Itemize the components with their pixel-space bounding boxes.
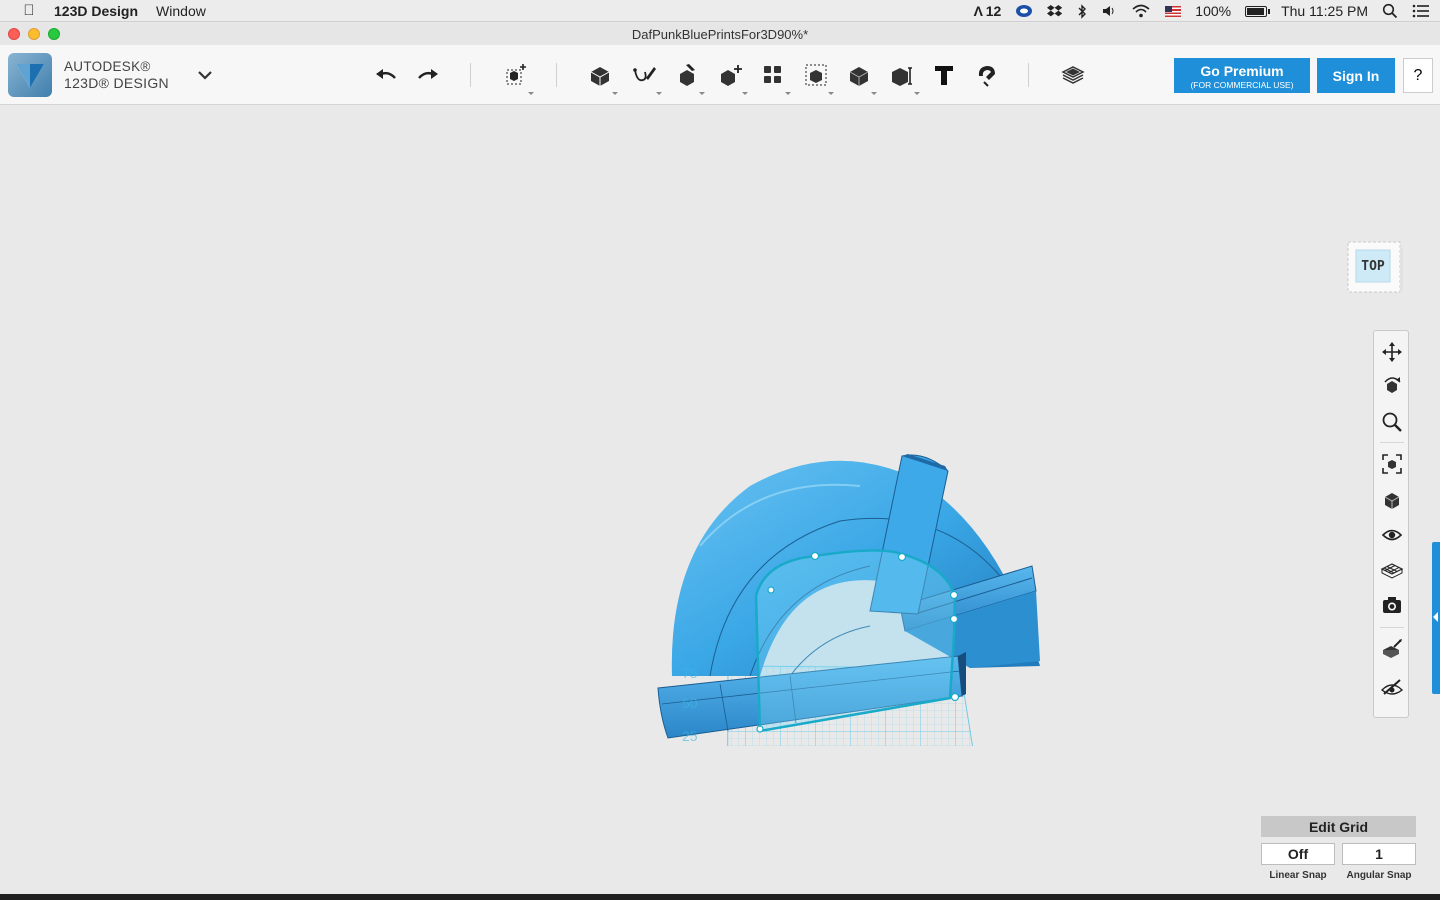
volume-icon[interactable]: [1101, 0, 1117, 22]
angular-snap-field[interactable]: 1: [1342, 843, 1416, 865]
pattern-tool-button[interactable]: [757, 59, 791, 95]
bluetooth-icon[interactable]: [1077, 0, 1087, 22]
menubar-status-area: Λ 12 100% Thu 11:25 PM: [974, 0, 1430, 22]
close-window-button[interactable]: [8, 28, 20, 40]
nav-separator: [1380, 627, 1404, 628]
go-premium-sublabel: (FOR COMMERCIAL USE): [1190, 80, 1294, 90]
combine-tool-button[interactable]: [843, 59, 877, 95]
spotlight-search-icon[interactable]: [1382, 0, 1398, 22]
wifi-icon[interactable]: [1131, 0, 1151, 22]
grouping-tool-button[interactable]: [800, 59, 834, 95]
app-menu-chevron-icon[interactable]: [196, 67, 214, 83]
viewcube[interactable]: TOP: [1346, 240, 1404, 294]
zoom-window-button[interactable]: [48, 28, 60, 40]
side-panel-toggle[interactable]: [1432, 542, 1440, 694]
sketch-tool-button[interactable]: [628, 59, 662, 95]
pan-icon[interactable]: [1379, 339, 1405, 365]
viewcube-face-label[interactable]: TOP: [1359, 259, 1387, 274]
modify-tool-button[interactable]: [714, 59, 748, 95]
measure-tool-button[interactable]: [886, 59, 920, 95]
brand-line-1: AUTODESK®: [64, 59, 151, 74]
visibility-eye-icon[interactable]: [1379, 522, 1405, 548]
input-source-flag-icon[interactable]: [1165, 0, 1182, 22]
orbit-icon[interactable]: [1379, 373, 1405, 399]
construct-tool-button[interactable]: [671, 59, 705, 95]
fit-icon[interactable]: [1379, 451, 1405, 477]
minimize-window-button[interactable]: [28, 28, 40, 40]
snap-tool-button[interactable]: [971, 59, 1003, 91]
window-menu[interactable]: Window: [156, 3, 206, 19]
3d-viewport[interactable]: 50 75 100 125 150 175 200 225 75 50 25 T…: [0, 106, 1440, 894]
clock[interactable]: Thu 11:25 PM: [1281, 3, 1368, 19]
window-titlebar: DafPunkBluePrintsFor3D90%*: [0, 23, 1440, 45]
nav-separator: [1380, 442, 1404, 443]
apple-menu-icon[interactable]: : [20, 2, 38, 19]
linear-snap-label: Linear Snap: [1269, 870, 1327, 881]
grid-snap-icon[interactable]: [1379, 557, 1405, 583]
material-tool-icon[interactable]: [1379, 636, 1405, 662]
toolbar-separator: [556, 63, 557, 87]
primitives-tool-button[interactable]: [584, 59, 618, 95]
battery-percent: 100%: [1195, 3, 1232, 19]
notification-center-icon[interactable]: [1412, 0, 1430, 22]
sketch-y-tick: 50: [682, 695, 698, 711]
brand-name: AUTODESK® 123D® DESIGN: [64, 59, 169, 91]
app-logo-icon[interactable]: [8, 53, 52, 97]
navigation-bar: [1373, 330, 1409, 718]
hide-show-tool-icon[interactable]: [1379, 675, 1405, 701]
linear-snap-field[interactable]: Off: [1261, 843, 1335, 865]
toolbar-separator: [470, 63, 471, 87]
zoom-icon[interactable]: [1379, 409, 1405, 435]
main-toolbar: AUTODESK® 123D® DESIGN Go Premium (FOR C…: [0, 45, 1440, 105]
redo-button[interactable]: [412, 59, 444, 91]
sync-app-icon[interactable]: [1015, 0, 1033, 22]
adobe-icon[interactable]: Λ 12: [974, 0, 1002, 22]
window-controls: [8, 28, 60, 40]
undo-button[interactable]: [370, 59, 402, 91]
sign-in-button[interactable]: Sign In: [1317, 58, 1395, 93]
edit-grid-panel: Edit Grid Off 1 Linear Snap Angular Snap: [1261, 816, 1416, 881]
view-mode-icon[interactable]: [1379, 487, 1405, 513]
go-premium-label: Go Premium: [1200, 63, 1284, 79]
edit-grid-button[interactable]: Edit Grid: [1261, 816, 1416, 837]
mac-menubar:  123D Design Window Λ 12 100% Thu 11:25…: [0, 0, 1440, 22]
sketch-y-tick: 25: [682, 728, 698, 744]
document-title: DafPunkBluePrintsFor3D90%*: [631, 26, 809, 42]
help-button[interactable]: ?: [1403, 58, 1433, 93]
screenshot-camera-icon[interactable]: [1379, 592, 1405, 618]
notification-count: 12: [985, 3, 1002, 19]
angular-snap-label: Angular Snap: [1346, 870, 1412, 881]
toolbar-separator: [1028, 63, 1029, 87]
battery-icon[interactable]: [1245, 0, 1271, 22]
materials-tool-button[interactable]: [1057, 59, 1089, 91]
text-tool-button[interactable]: [928, 59, 960, 91]
transform-tool-button[interactable]: [500, 59, 534, 95]
helmet-model[interactable]: 50 75 100 125 150 175 200 225 75 50 25: [640, 346, 1060, 746]
dropbox-icon[interactable]: [1047, 0, 1063, 22]
dock-edge: [0, 894, 1440, 900]
brand-line-2: 123D® DESIGN: [64, 75, 169, 91]
go-premium-button[interactable]: Go Premium (FOR COMMERCIAL USE): [1174, 58, 1310, 93]
sketch-y-tick: 75: [682, 665, 698, 681]
app-menu[interactable]: 123D Design: [54, 3, 138, 19]
